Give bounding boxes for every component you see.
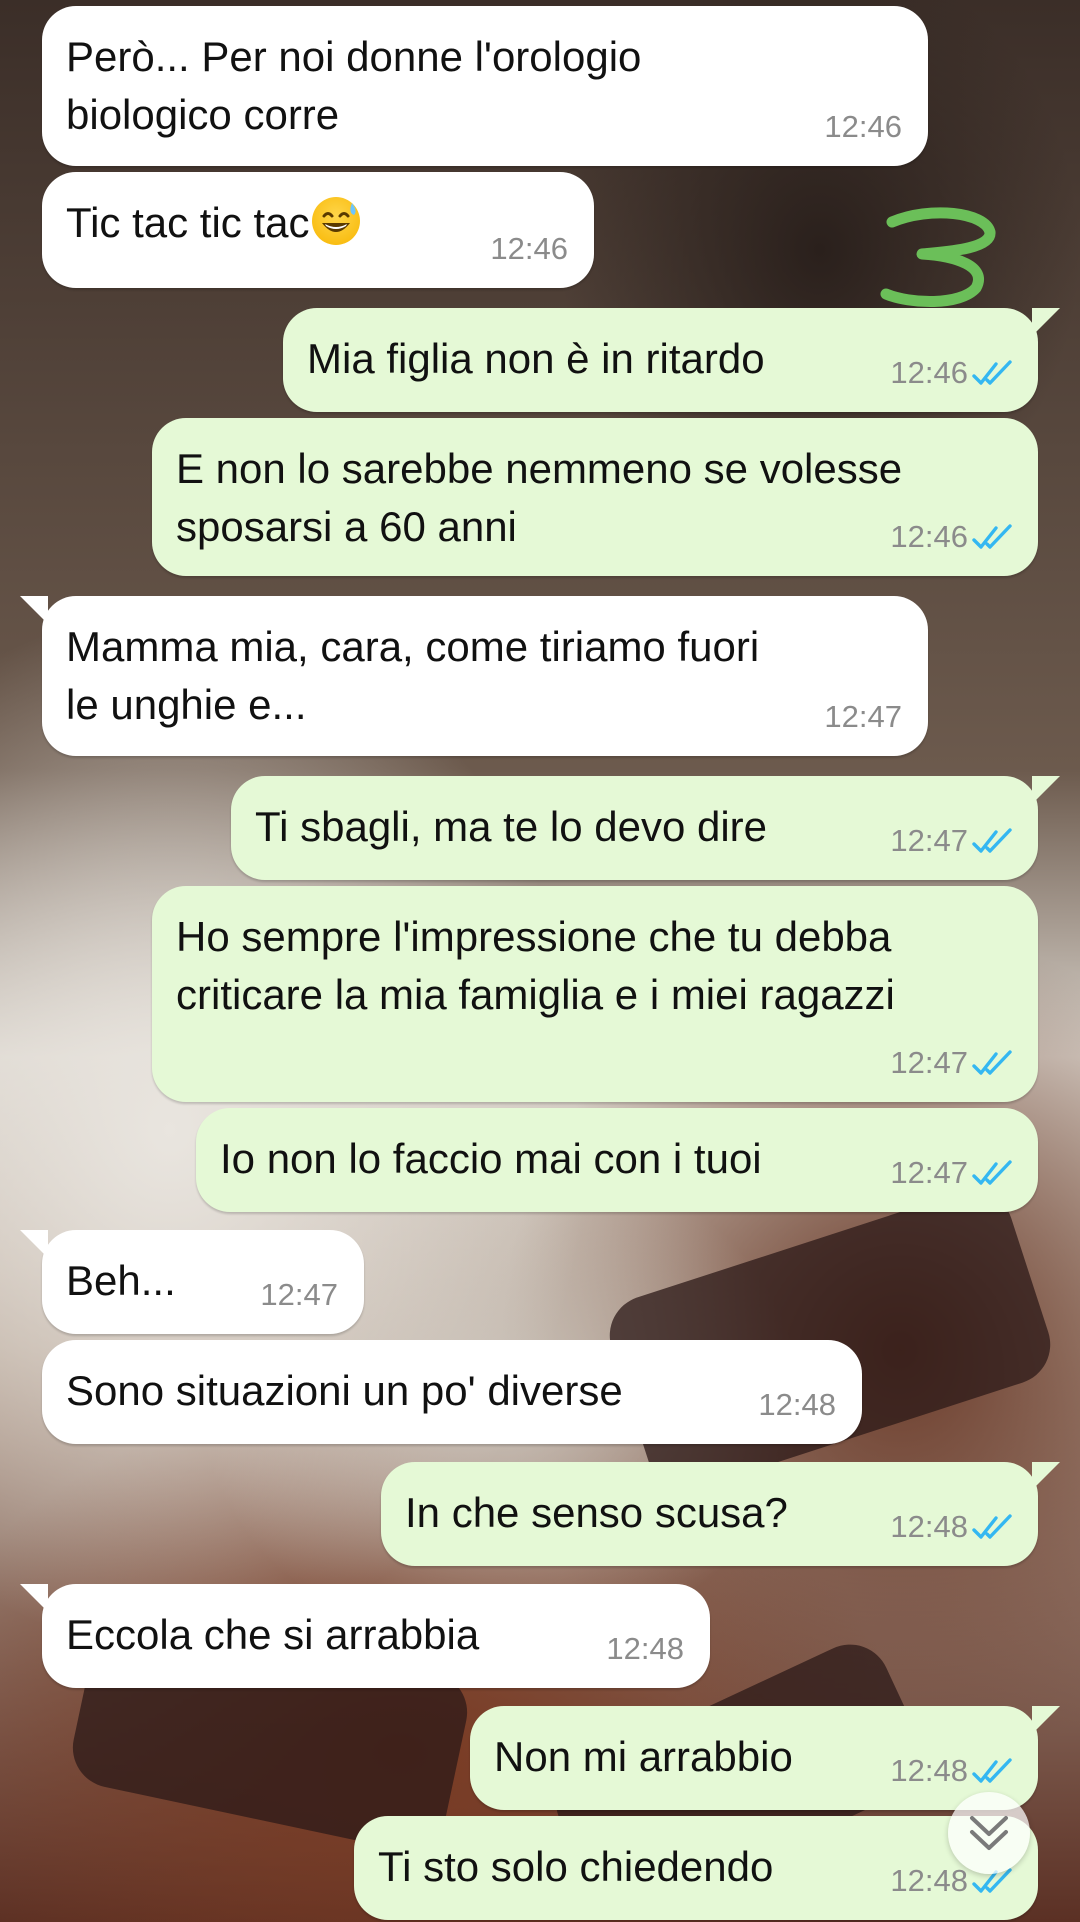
bubble-tail (1032, 308, 1060, 336)
bubble-tail (1032, 1462, 1060, 1490)
message-timestamp: 12:46 (490, 231, 568, 266)
outgoing-message-bubble[interactable]: Mia figlia non è in ritardo 12:46 (283, 308, 1038, 412)
outgoing-message-bubble[interactable]: Ti sto solo chiedendo 12:48 (354, 1816, 1038, 1920)
message-text: Sono situazioni un po' diverse (66, 1367, 623, 1414)
grinning-sweat-emoji (311, 197, 360, 245)
outgoing-message-bubble[interactable]: E non lo sarebbe nemmeno se volesse spos… (152, 418, 1038, 576)
double-check-icon (972, 524, 1012, 549)
message-timestamp: 12:48 (890, 1509, 968, 1544)
bubble-tail (20, 1230, 48, 1258)
message-text: Mamma mia, cara, come tiriamo fuori le u… (66, 623, 760, 728)
message-timestamp: 12:47 (890, 823, 968, 858)
bubble-tail (1032, 776, 1060, 804)
outgoing-message-bubble[interactable]: Ho sempre l'impressione che tu debba cri… (152, 886, 1038, 1102)
incoming-message-bubble[interactable]: Mamma mia, cara, come tiriamo fuori le u… (42, 596, 928, 756)
outgoing-message-bubble[interactable]: Ti sbagli, ma te lo devo dire 12:47 (231, 776, 1038, 880)
double-check-icon (972, 1050, 1012, 1075)
double-check-icon (972, 1514, 1012, 1539)
message-timestamp: 12:48 (890, 1753, 968, 1788)
bubble-tail (20, 596, 48, 624)
message-timestamp: 12:47 (824, 699, 902, 734)
bubble-tail (20, 1584, 48, 1612)
message-text: Ti sbagli, ma te lo devo dire (255, 803, 768, 850)
message-timestamp: 12:46 (890, 355, 968, 390)
message-timestamp: 12:46 (890, 519, 968, 554)
message-text: In che senso scusa? (405, 1489, 788, 1536)
message-timestamp: 12:48 (758, 1387, 836, 1422)
incoming-message-bubble[interactable]: Però... Per noi donne l'orologio biologi… (42, 6, 928, 166)
incoming-message-bubble[interactable]: Tic tac tic tac 12:46 (42, 172, 594, 288)
double-check-icon (972, 828, 1012, 853)
incoming-message-bubble[interactable]: Eccola che si arrabbia 12:48 (42, 1584, 710, 1688)
message-text: Ti sto solo chiedendo (378, 1843, 774, 1890)
message-timestamp: 12:48 (606, 1631, 684, 1666)
double-check-icon (972, 1160, 1012, 1185)
double-check-icon (972, 1758, 1012, 1783)
message-timestamp: 12:47 (260, 1277, 338, 1312)
incoming-message-bubble[interactable]: Beh... 12:47 (42, 1230, 364, 1334)
scroll-to-bottom-button[interactable] (948, 1792, 1030, 1874)
double-check-icon (972, 360, 1012, 385)
message-text: Eccola che si arrabbia (66, 1611, 480, 1658)
outgoing-message-bubble[interactable]: Io non lo faccio mai con i tuoi 12:47 (196, 1108, 1038, 1212)
bubble-tail (1032, 1706, 1060, 1734)
message-text: Ho sempre l'impressione che tu debba cri… (176, 913, 895, 1018)
outgoing-message-bubble[interactable]: In che senso scusa? 12:48 (381, 1462, 1038, 1566)
message-text: Io non lo faccio mai con i tuoi (220, 1135, 762, 1182)
message-timestamp: 12:46 (824, 109, 902, 144)
chevron-double-down-icon (970, 1816, 1008, 1850)
message-text: Tic tac tic tac (66, 194, 360, 252)
message-timestamp: 12:47 (890, 1045, 968, 1080)
message-timestamp: 12:47 (890, 1155, 968, 1190)
message-text: E non lo sarebbe nemmeno se volesse spos… (176, 445, 903, 550)
message-text: Però... Per noi donne l'orologio biologi… (66, 33, 642, 138)
incoming-message-bubble[interactable]: Sono situazioni un po' diverse 12:48 (42, 1340, 862, 1444)
message-text: Non mi arrabbio (494, 1733, 793, 1780)
handwritten-annotation (880, 207, 996, 308)
message-text: Beh... (66, 1257, 176, 1304)
message-text: Mia figlia non è in ritardo (307, 335, 765, 382)
